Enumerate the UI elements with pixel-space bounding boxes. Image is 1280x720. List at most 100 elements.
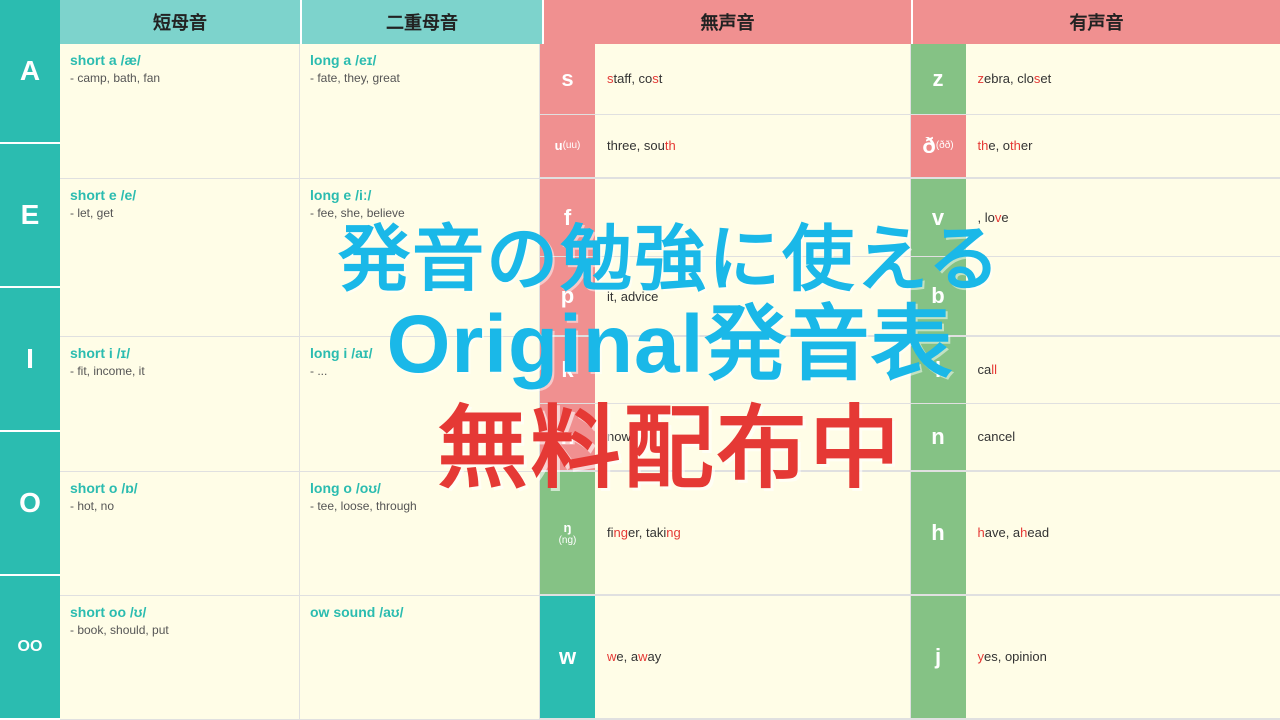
vowel-row-o: short o /ɒ/ - hot, no long o /oʊ/ - tee,…	[60, 472, 1280, 596]
consonant-w: w we, away	[540, 596, 911, 718]
consonant-ng: ŋ(ng) finger, taking	[540, 472, 911, 594]
consonant-k: k	[540, 337, 911, 403]
short-a-examples: - camp, bath, fan	[70, 71, 289, 85]
j-text: yes, opinion	[978, 649, 1047, 664]
long-a-cell: long a /eɪ/ - fate, they, great	[300, 44, 540, 178]
symbol-h: h	[911, 472, 966, 594]
consonant-s-voiceless: s staff, cost	[540, 44, 911, 114]
short-oo-title: short oo /ʊ/	[70, 604, 289, 620]
examples-ng: finger, taking	[595, 472, 910, 594]
short-i-examples: - fit, income, it	[70, 364, 289, 378]
l-text: call	[978, 362, 998, 377]
symbol-v: v	[911, 179, 966, 256]
w-text: we, away	[607, 649, 661, 664]
consonant-s-z: s staff, cost z zebra, closet	[540, 44, 1280, 115]
letter-tab-oo: OO	[0, 576, 60, 720]
long-i-examples: - ...	[310, 364, 529, 378]
consonant-extra1: u(uu) three, south ð(ðð) the, other	[540, 115, 1280, 179]
consonant-p-b: p it, advice b	[540, 257, 1280, 335]
consonant-w-j: w we, away j yes, opinion	[540, 596, 1280, 719]
u-text: three, south	[607, 138, 676, 153]
consonant-v: v , love	[911, 179, 1280, 256]
long-a-examples: - fate, they, great	[310, 71, 529, 85]
main-container: A E I O OO 短母音 二重母音 無声音 有声音 short a /æ/ …	[0, 0, 1280, 720]
examples-v: , love	[966, 179, 1280, 256]
long-o-cell: long o /oʊ/ - tee, loose, through	[300, 472, 540, 595]
long-o-title: long o /oʊ/	[310, 480, 529, 496]
right-side-o: ŋ(ng) finger, taking h have, ahead	[540, 472, 1280, 595]
vowel-row-oo: short oo /ʊ/ - book, should, put ow soun…	[60, 596, 1280, 720]
symbol-z: z	[911, 44, 966, 114]
consonant-b: b	[911, 257, 1280, 334]
symbol-f: f	[540, 179, 595, 256]
consonant-ng-h: ŋ(ng) finger, taking h have, ahead	[540, 472, 1280, 595]
short-i-title: short i /ɪ/	[70, 345, 289, 361]
header-nijuubouin: 二重母音	[302, 0, 542, 44]
letter-tab-e: E	[0, 144, 60, 288]
examples-j: yes, opinion	[966, 596, 1280, 718]
long-e-cell: long e /iː/ - fee, she, believe	[300, 179, 540, 336]
consonant-f-v: f v , love	[540, 179, 1280, 257]
short-a-title: short a /æ/	[70, 52, 289, 68]
rows-container: short a /æ/ - camp, bath, fan long a /eɪ…	[60, 44, 1280, 720]
short-i-cell: short i /ɪ/ - fit, income, it	[60, 337, 300, 471]
symbol-n1: n	[540, 404, 595, 470]
short-e-title: short e /e/	[70, 187, 289, 203]
symbol-k: k	[540, 337, 595, 403]
content-area: 短母音 二重母音 無声音 有声音 short a /æ/ - camp, bat…	[60, 0, 1280, 720]
consonant-p: p it, advice	[540, 257, 911, 334]
symbol-l: l	[911, 337, 966, 403]
vowel-row-a: short a /æ/ - camp, bath, fan long a /eɪ…	[60, 44, 1280, 179]
symbol-ng: ŋ(ng)	[540, 472, 595, 594]
consonant-f: f	[540, 179, 911, 256]
symbol-u: u(uu)	[540, 115, 595, 178]
examples-z: zebra, closet	[966, 44, 1280, 114]
consonant-n1: n now	[540, 404, 911, 470]
short-a-cell: short a /æ/ - camp, bath, fan	[60, 44, 300, 178]
header-museion: 無声音	[544, 0, 911, 44]
header-yuseion: 有声音	[913, 0, 1280, 44]
v-text: , love	[978, 210, 1009, 225]
examples-n1: now	[595, 404, 910, 470]
header-row: 短母音 二重母音 無声音 有声音	[60, 0, 1280, 44]
symbol-w: w	[540, 596, 595, 718]
examples-p: it, advice	[595, 257, 910, 334]
consonant-l: l call	[911, 337, 1280, 403]
examples-b	[966, 257, 1280, 334]
examples-l: call	[966, 337, 1280, 403]
vowel-row-i: short i /ɪ/ - fit, income, it long i /aɪ…	[60, 337, 1280, 472]
long-i-title: long i /aɪ/	[310, 345, 529, 361]
short-o-examples: - hot, no	[70, 499, 289, 513]
consonant-h: h have, ahead	[911, 472, 1280, 594]
s-text: staff, cost	[607, 71, 662, 86]
symbol-j: j	[911, 596, 966, 718]
short-o-cell: short o /ɒ/ - hot, no	[60, 472, 300, 595]
vowel-row-e: short e /e/ - let, get long e /iː/ - fee…	[60, 179, 1280, 337]
short-e-examples: - let, get	[70, 206, 289, 220]
n2-text: cancel	[978, 429, 1016, 444]
p-text: it, advice	[607, 289, 658, 304]
long-oo-cell: ow sound /aʊ/	[300, 596, 540, 719]
right-side-i: k l call n	[540, 337, 1280, 471]
consonant-n2: n cancel	[911, 404, 1280, 470]
short-oo-examples: - book, should, put	[70, 623, 289, 637]
long-a-title: long a /eɪ/	[310, 52, 529, 68]
letter-tab-a: A	[0, 0, 60, 144]
symbol-s: s	[540, 44, 595, 114]
short-oo-cell: short oo /ʊ/ - book, should, put	[60, 596, 300, 719]
long-e-examples: - fee, she, believe	[310, 206, 529, 220]
consonant-k-l: k l call	[540, 337, 1280, 404]
right-side-oo: w we, away j yes, opinion	[540, 596, 1280, 719]
consonant-j: j yes, opinion	[911, 596, 1280, 718]
examples-f	[595, 179, 910, 256]
long-o-examples: - tee, loose, through	[310, 499, 529, 513]
short-o-title: short o /ɒ/	[70, 480, 289, 496]
h-text: have, ahead	[978, 525, 1050, 540]
letter-tabs: A E I O OO	[0, 0, 60, 720]
long-oo-title: ow sound /aʊ/	[310, 604, 529, 620]
extra-voiceless: u(uu) three, south	[540, 115, 911, 178]
letter-tab-i: I	[0, 288, 60, 432]
examples-w: we, away	[595, 596, 910, 718]
examples-dh: the, other	[966, 115, 1280, 178]
short-e-cell: short e /e/ - let, get	[60, 179, 300, 336]
